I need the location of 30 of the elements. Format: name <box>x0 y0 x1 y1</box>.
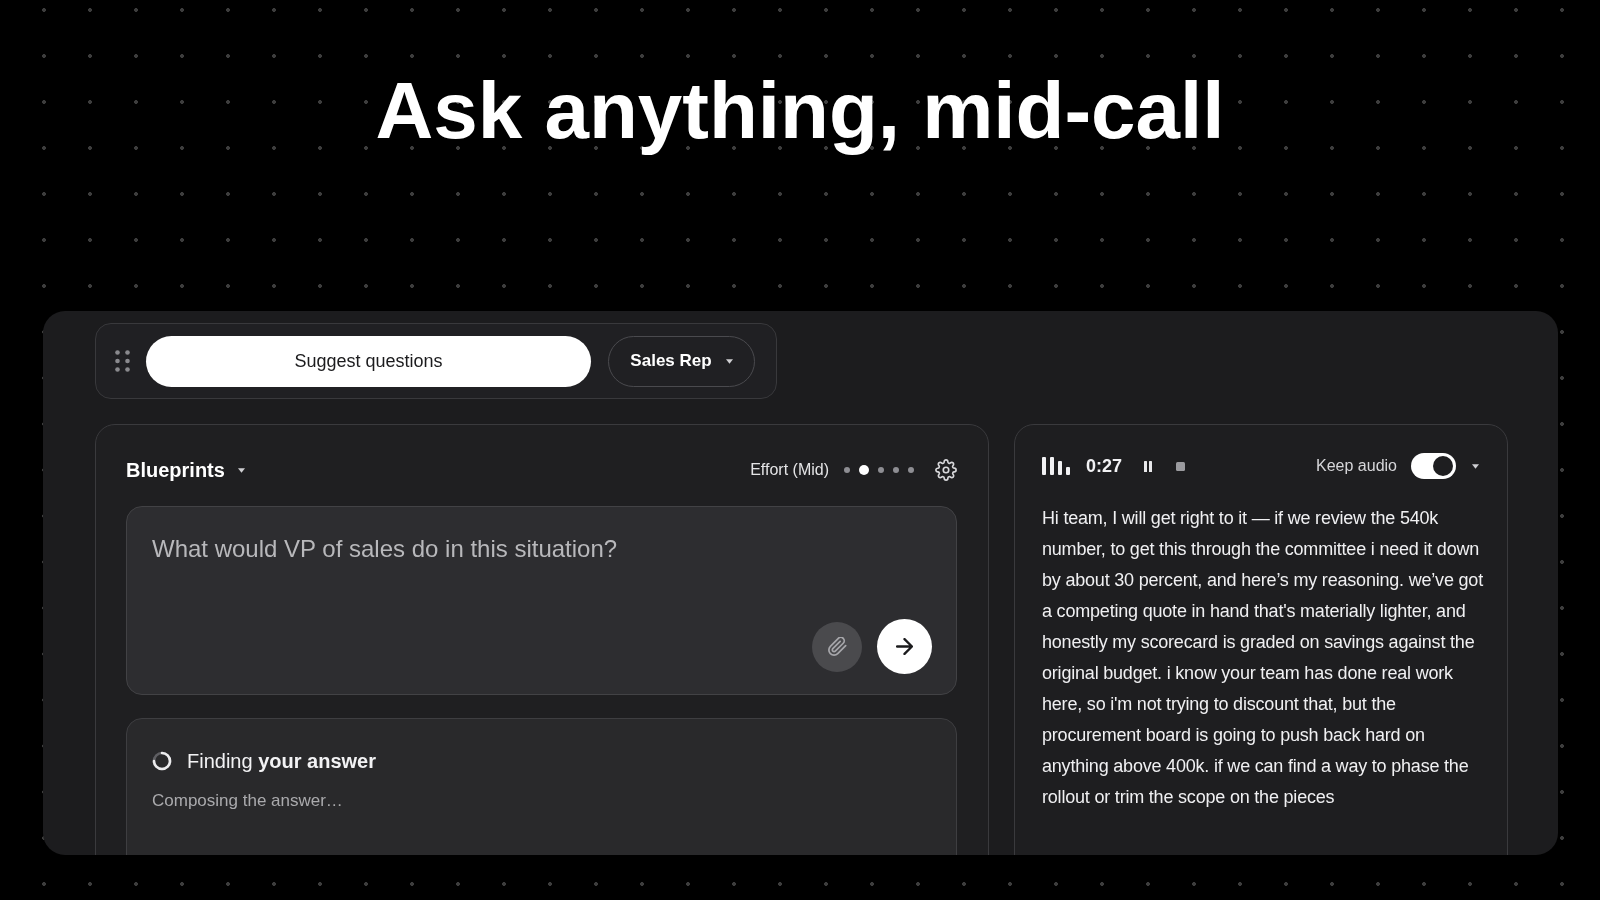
paperclip-icon <box>827 637 847 656</box>
question-composer[interactable]: What would VP of sales do in this situation? <box>126 506 957 695</box>
effort-label: Effort (Mid) <box>750 461 829 479</box>
status-detail: Composing the answer… <box>152 791 343 811</box>
pause-icon[interactable] <box>1144 460 1153 472</box>
headline: Ask anything, mid-call <box>375 65 1225 157</box>
stop-icon[interactable] <box>1176 461 1186 471</box>
suggest-questions-button[interactable]: Suggest questions <box>146 335 591 387</box>
attach-button[interactable] <box>812 621 862 672</box>
caret-icon <box>725 358 733 364</box>
audio-bars-icon <box>1042 457 1071 475</box>
spinner-icon <box>152 751 172 771</box>
caret-icon <box>237 467 245 473</box>
effort-step-dot[interactable] <box>859 465 869 475</box>
recording-time: 0:27 <box>1086 455 1123 477</box>
blueprints-dropdown[interactable]: Blueprints <box>126 458 245 482</box>
keep-audio-toggle[interactable] <box>1411 453 1456 479</box>
settings-icon[interactable] <box>935 459 957 481</box>
effort-step-dot[interactable] <box>908 467 914 473</box>
drag-handle-icon[interactable] <box>115 350 130 372</box>
caret-icon[interactable] <box>1472 463 1479 469</box>
transcript-text: Hi team, I will get right to it — if we review the 540k number, to get this through the committee i need it down by about 30 percent, and here’s my reasoning. we’ve got a competing quote in hand that's materially lighter, and honestly my scorecard is graded on savings against the original budget. i know your team has done real work here, so i'm not trying to discount that, but the procurement board is going to push back hard on anything above 400k. if we can find a way to phase the rollout or trim the scope on the pieces <box>1042 507 1484 809</box>
effort-step-dot[interactable] <box>844 467 850 473</box>
effort-step-dot[interactable] <box>893 467 899 473</box>
effort-step-dot[interactable] <box>878 467 884 473</box>
send-button[interactable] <box>877 619 932 674</box>
keep-audio-label: Keep audio <box>1316 457 1397 475</box>
status-title: Finding your answer <box>187 749 376 773</box>
question-field[interactable]: What would VP of sales do in this situation? <box>152 535 932 619</box>
arrow-icon <box>896 638 913 655</box>
